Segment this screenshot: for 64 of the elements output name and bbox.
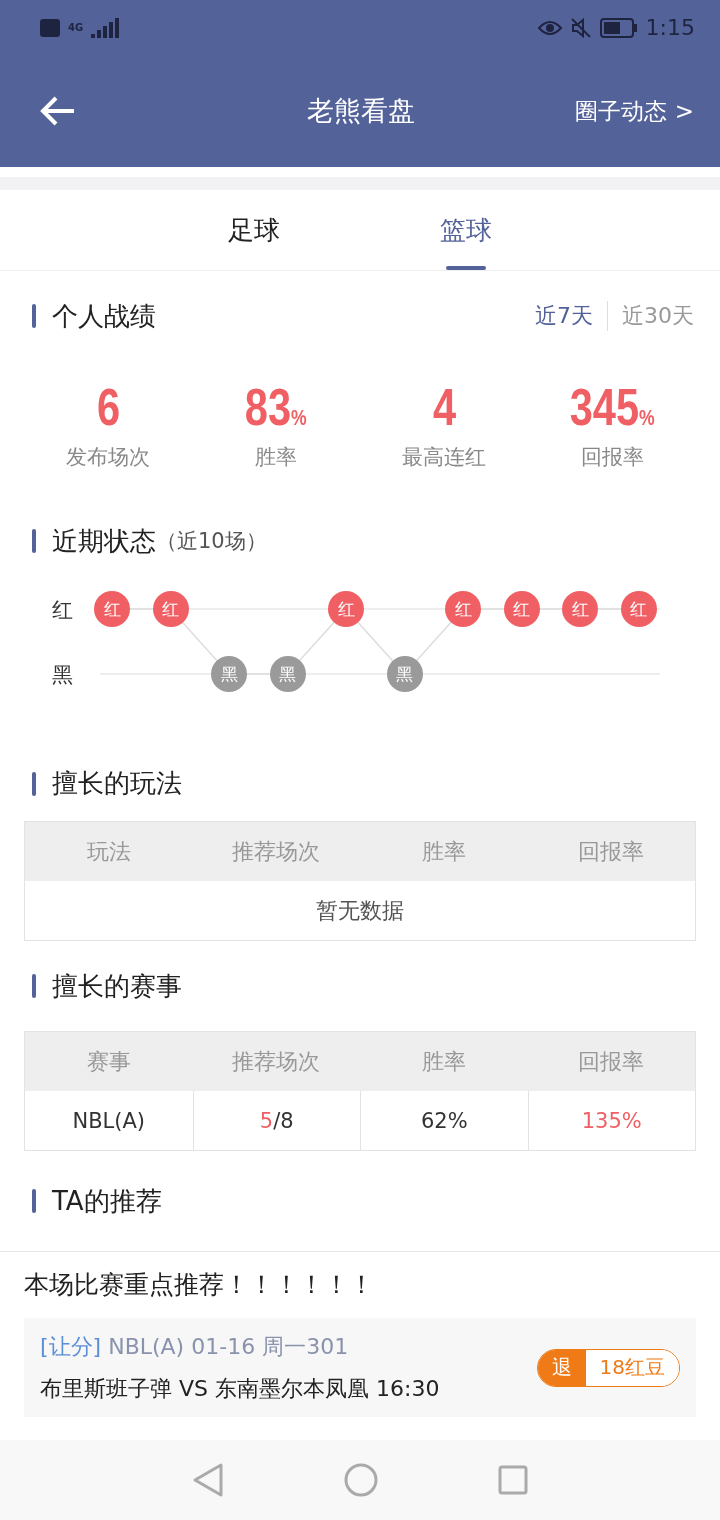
column-header: 回报率 [577,1047,646,1076]
column-header: 回报率 [577,837,646,866]
back-nav-icon[interactable] [192,1462,224,1498]
result-dot: 红 [445,591,481,627]
home-nav-icon[interactable] [344,1463,378,1497]
result-dot: 黑 [269,656,306,692]
section-marker [32,771,36,796]
row-label: 红 [52,597,73,624]
section-title: 个人战绩 [52,299,156,333]
page-title: 老熊看盘 [305,94,416,128]
stat-label: 最高连红 [402,444,486,471]
section-marker [32,304,36,328]
sport-tab[interactable]: 足球 [208,190,300,270]
clock-time: 1:15 [645,15,695,40]
match-info: [让分] NBL(A) 01-16 周一301 [40,1332,350,1361]
table-cell: 62% [360,1091,528,1150]
column-header: 推荐场次 [231,837,322,866]
result-dot: 红 [562,591,598,627]
column-header: 胜率 [420,837,467,866]
column-header: 赛事 [85,1047,132,1076]
back-icon[interactable] [40,95,76,127]
result-dot: 红 [94,591,130,627]
stat-value: 4 [432,381,456,433]
section-title: 擅长的赛事 [52,969,182,1003]
section-marker [32,529,36,553]
price-badge: 退 18红豆 [536,1348,680,1387]
column-header: 玩法 [85,837,132,866]
recommendation-headline: 本场比赛重点推荐！！！！！！ [23,1269,375,1301]
section-title: 近期状态 [52,524,156,558]
section-subtitle: （近10场） [156,528,267,555]
recommendation-card[interactable]: [让分] NBL(A) 01-16 周一301 布里斯班子弹 VS 东南墨尔本凤凰 16:30 退 18红豆 [24,1318,696,1417]
stat-label: 回报率 [580,444,644,471]
row-label: 黑 [52,662,73,689]
result-dot: 黑 [386,656,423,692]
section-marker [32,974,36,998]
stat-value: 83% [245,381,307,433]
result-dot: 红 [328,591,364,627]
match-title: 布里斯班子弹 VS 东南墨尔本凤凰 16:30 [40,1374,441,1403]
period-tab[interactable]: 近7天 [521,301,607,331]
table-cell: 5/8 [192,1091,360,1150]
result-dot: 黑 [211,656,247,692]
column-header: 推荐场次 [231,1047,322,1076]
signal-icon [91,17,122,38]
circle-feed-link[interactable]: 圈子动态 > [575,95,694,127]
section-title: 擅长的玩法 [52,767,182,800]
result-dot: 红 [620,591,657,627]
sport-tab[interactable]: 篮球 [420,190,512,270]
mute-icon [569,16,592,39]
section-marker [32,1189,36,1213]
empty-message: 暂无数据 [315,896,405,925]
column-header: 胜率 [420,1047,467,1076]
stat-value: 345% [569,381,655,433]
table-cell: 135% [527,1091,695,1150]
eye-icon [537,19,562,36]
stat-label: 发布场次 [66,444,150,471]
battery-icon [599,17,638,38]
recents-nav-icon[interactable] [498,1465,528,1495]
stat-value: 6 [96,381,120,433]
network-label: 4G [68,22,84,33]
stat-label: 胜率 [255,444,297,471]
table-cell-text: NBL(A) [71,1107,147,1135]
result-dot: 红 [503,591,540,627]
result-dot: 红 [152,591,189,627]
section-title: TA的推荐 [52,1184,162,1218]
